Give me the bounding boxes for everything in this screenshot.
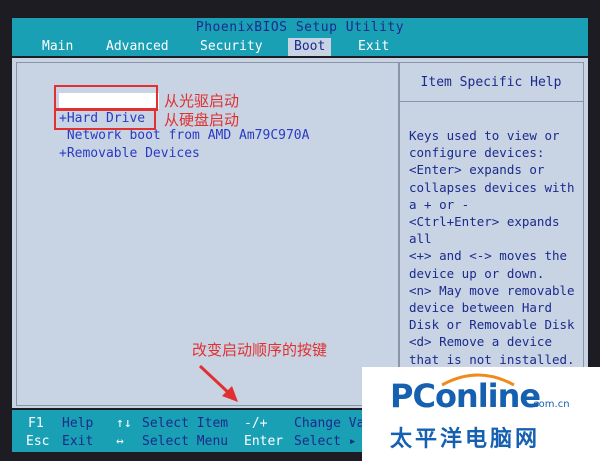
annotation-arrow-icon: [198, 364, 238, 402]
help-line: collapses devices with: [409, 179, 575, 195]
help-panel: Item Specific Help Keys used to view or …: [398, 62, 584, 406]
watermark-domain: .com.cn: [530, 399, 570, 410]
key-f1-desc: Help: [62, 416, 94, 431]
menu-tab-main[interactable]: Main: [36, 38, 79, 56]
help-line: <n> May move removable: [409, 282, 575, 298]
boot-item-network[interactable]: Network boot from AMD Am79C970A: [59, 128, 310, 144]
key-minus-plus: -/+: [244, 416, 268, 431]
bios-screen: PhoenixBIOS Setup Utility Main Advanced …: [0, 0, 600, 461]
key-minus-plus-desc: Change Va: [294, 416, 365, 431]
help-line: <Ctrl+Enter> expands: [409, 214, 560, 230]
key-left-right-desc: Select Menu: [142, 434, 229, 449]
help-divider: [399, 101, 583, 102]
key-enter-desc: Select ▸: [294, 434, 357, 449]
help-line: all: [409, 231, 432, 247]
key-up-down: ↑↓: [116, 416, 132, 431]
help-line: Keys used to view or: [409, 128, 560, 143]
key-esc-desc: Exit: [62, 434, 94, 449]
key-up-down-desc: Select Item: [142, 416, 229, 431]
menu-tab-advanced[interactable]: Advanced: [100, 38, 175, 56]
menu-bar: Main Advanced Security Boot Exit: [12, 38, 588, 56]
pconline-watermark: PConline .com.cn 太平洋电脑网: [362, 367, 600, 461]
help-text: Keys used to view or configure devices: …: [409, 127, 581, 368]
help-line: <+> and <-> moves the: [409, 248, 568, 264]
watermark-brand: PConline: [390, 377, 541, 415]
menu-tab-security[interactable]: Security: [194, 38, 269, 56]
help-line: a + or -: [409, 196, 470, 212]
help-line: that is not installed.: [409, 351, 575, 367]
help-line: <Enter> expands or: [409, 162, 545, 178]
annotation-box-hard-drive: [54, 108, 156, 130]
annotation-cdrom-text: 从光驱启动: [164, 92, 240, 110]
help-line: Disk or Removable Disk: [409, 317, 575, 333]
help-line: configure devices:: [409, 145, 545, 161]
key-f1: F1: [28, 416, 44, 431]
menu-tab-boot[interactable]: Boot: [288, 38, 332, 56]
key-enter: Enter: [244, 434, 284, 449]
watermark-cn: 太平洋电脑网: [390, 427, 541, 452]
help-line: device up or down.: [409, 265, 545, 281]
annotation-harddrive-text: 从硬盘启动: [164, 111, 240, 129]
bios-title: PhoenixBIOS Setup Utility: [12, 18, 588, 38]
help-line: device between Hard: [409, 300, 552, 316]
menu-tab-exit[interactable]: Exit: [352, 38, 395, 56]
key-esc: Esc: [26, 434, 50, 449]
help-title: Item Specific Help: [420, 75, 562, 90]
help-line: <d> Remove a device: [409, 334, 552, 350]
boot-item-removable[interactable]: +Removable Devices: [59, 146, 200, 162]
key-left-right: ↔: [116, 434, 124, 449]
annotation-keys-text: 改变启动顺序的按键: [192, 341, 328, 359]
